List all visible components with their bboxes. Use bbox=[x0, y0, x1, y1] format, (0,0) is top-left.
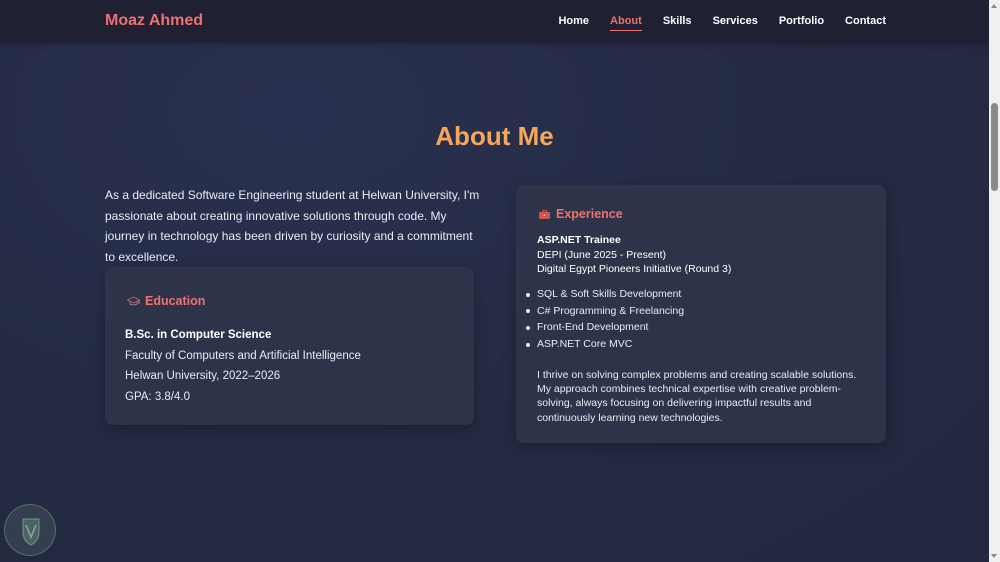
main-nav: Home About Skills Services Portfolio Con… bbox=[537, 15, 886, 31]
vertical-scrollbar[interactable] bbox=[989, 0, 1000, 562]
education-card: Education B.Sc. in Computer Science Facu… bbox=[105, 267, 474, 425]
about-intro: As a dedicated Software Engineering stud… bbox=[105, 188, 480, 264]
nav-contact[interactable]: Contact bbox=[845, 15, 886, 30]
list-item: ASP.NET Core MVC bbox=[525, 336, 684, 353]
experience-period: DEPI (June 2025 - Present) bbox=[537, 248, 666, 261]
nav-about[interactable]: About bbox=[610, 15, 642, 31]
experience-list: SQL & Soft Skills Development C# Program… bbox=[525, 286, 684, 353]
nav-skills[interactable]: Skills bbox=[663, 15, 692, 30]
scrollbar-thumb[interactable] bbox=[991, 103, 998, 191]
nav-services[interactable]: Services bbox=[713, 15, 758, 30]
education-heading: Education bbox=[126, 294, 206, 308]
section-title: About Me bbox=[435, 121, 554, 151]
navbar: Moaz Ahmed Home About Skills Services Po… bbox=[0, 0, 989, 42]
experience-role-block: ASP.NET Trainee DEPI (June 2025 - Presen… bbox=[537, 233, 731, 277]
graduation-icon bbox=[126, 295, 141, 308]
scroll-down-arrow-icon[interactable] bbox=[991, 554, 997, 558]
list-item: C# Programming & Freelancing bbox=[525, 303, 684, 320]
list-item: Front-End Development bbox=[525, 319, 684, 336]
education-faculty: Faculty of Computers and Artificial Inte… bbox=[125, 349, 361, 362]
page: Moaz Ahmed Home About Skills Services Po… bbox=[0, 0, 989, 562]
education-university: Helwan University, 2022–2026 bbox=[125, 370, 281, 382]
experience-program: Digital Egypt Pioneers Initiative (Round… bbox=[537, 263, 732, 275]
experience-heading: Experience bbox=[538, 207, 623, 221]
education-title: Education bbox=[145, 294, 206, 308]
list-item: SQL & Soft Skills Development bbox=[525, 286, 684, 303]
experience-title: Experience bbox=[556, 207, 623, 221]
education-details: B.Sc. in Computer Science Faculty of Com… bbox=[125, 325, 361, 407]
briefcase-icon bbox=[538, 208, 551, 221]
experience-card: Experience ASP.NET Trainee DEPI (June 20… bbox=[516, 185, 886, 443]
nav-home[interactable]: Home bbox=[558, 15, 589, 30]
watermark-logo bbox=[4, 504, 56, 556]
experience-role: ASP.NET Trainee bbox=[537, 234, 621, 246]
brand-logo[interactable]: Moaz Ahmed bbox=[105, 12, 203, 30]
education-degree: B.Sc. in Computer Science bbox=[125, 329, 272, 341]
scroll-up-arrow-icon[interactable] bbox=[991, 4, 997, 8]
education-gpa: GPA: 3.8/4.0 bbox=[125, 390, 190, 403]
experience-description: I thrive on solving complex problems and… bbox=[537, 369, 857, 424]
nav-portfolio[interactable]: Portfolio bbox=[779, 15, 824, 30]
